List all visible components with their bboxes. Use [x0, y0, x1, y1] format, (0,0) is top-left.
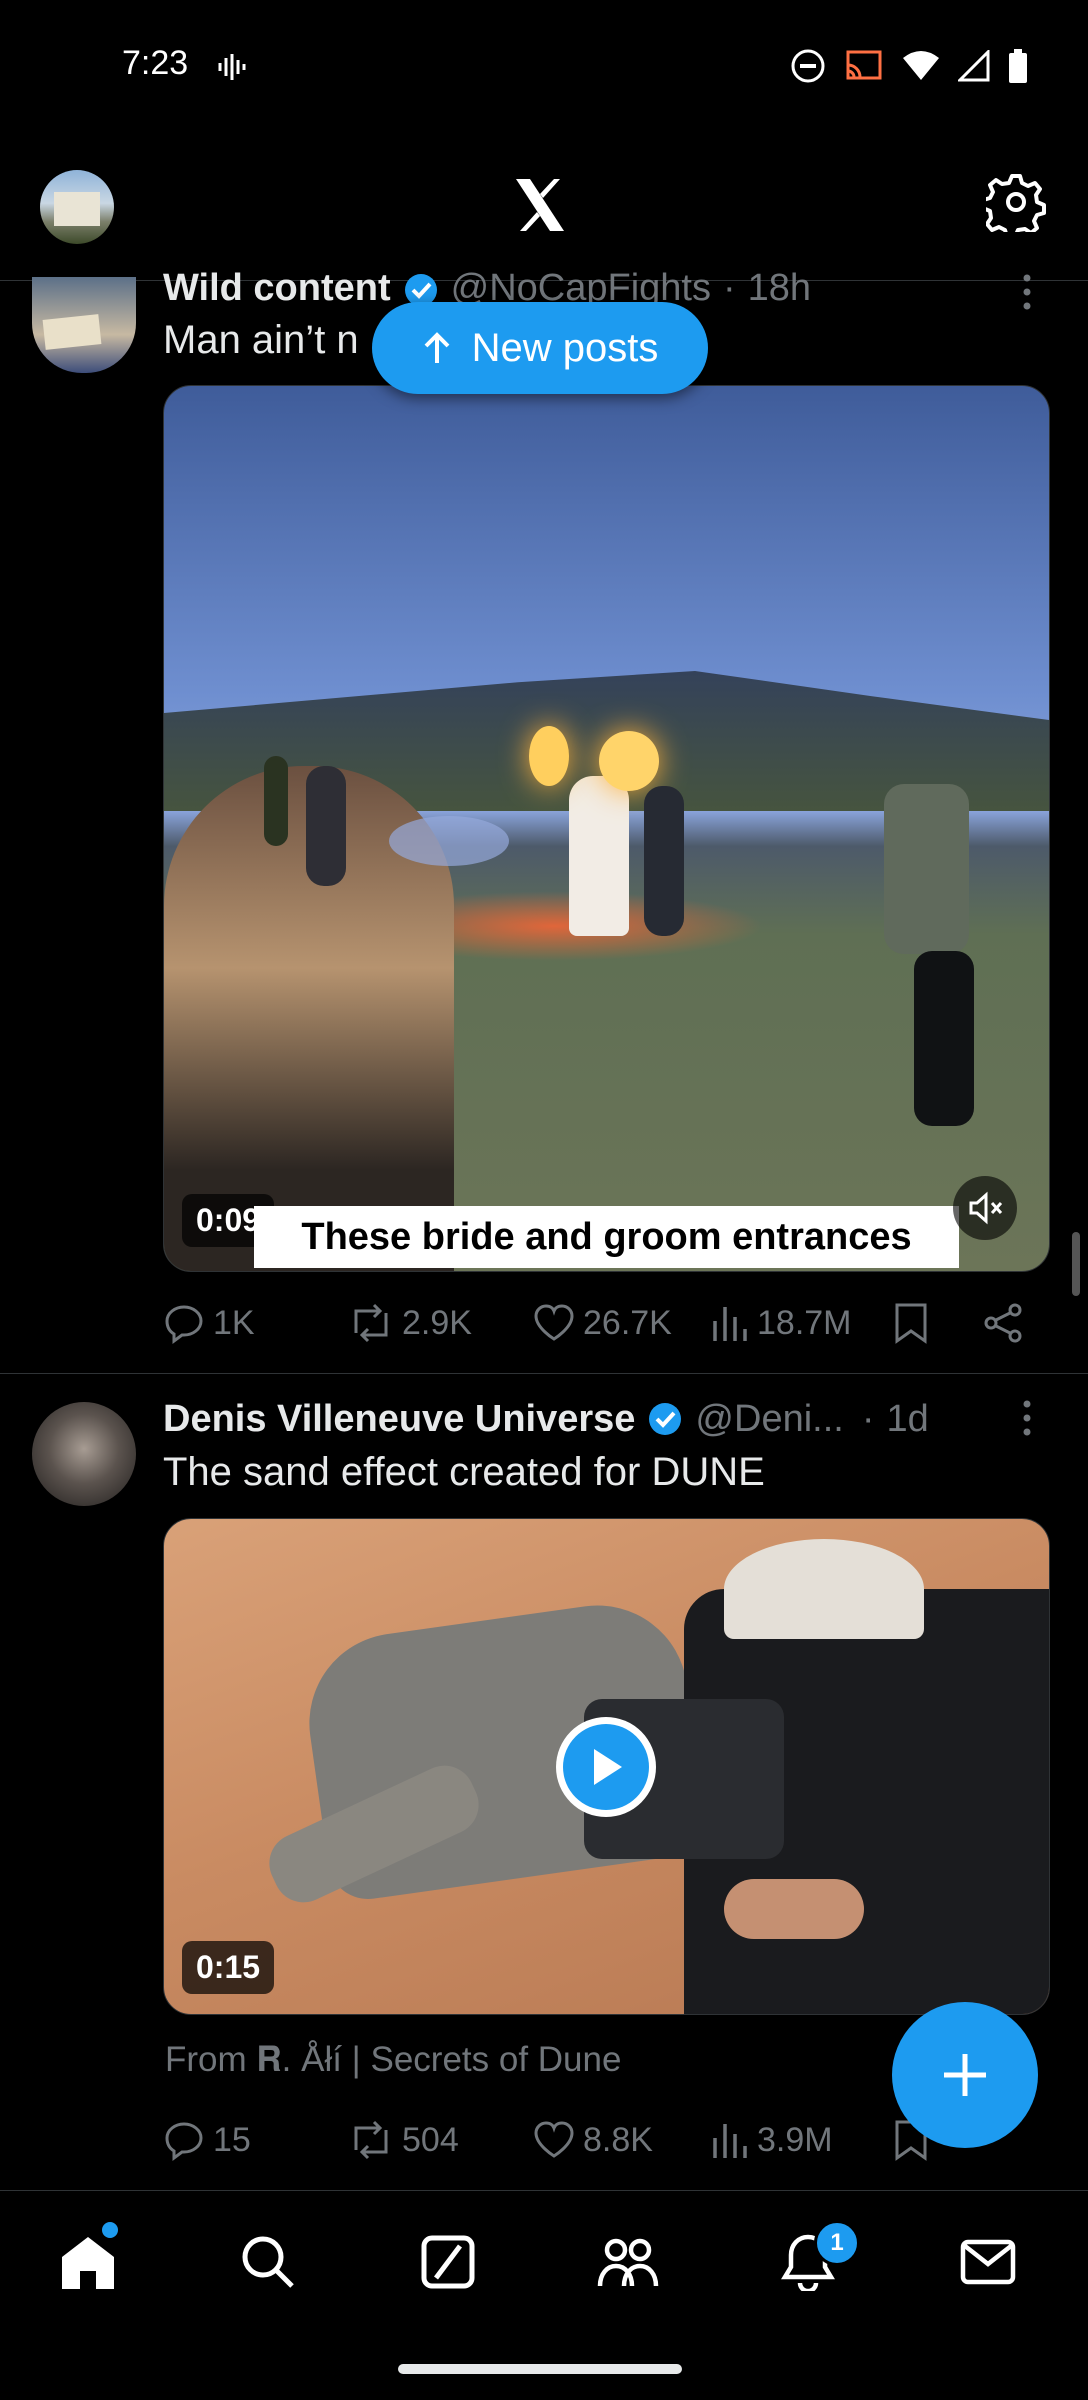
tweet-divider: [0, 1373, 1088, 1374]
tweet-2-text: The sand effect created for DUNE: [163, 1450, 765, 1494]
reply-icon: [165, 2122, 203, 2161]
repost-icon: [354, 1303, 388, 1343]
tweet-2-avatar[interactable]: [32, 1402, 136, 1506]
tweet-2-repost-button[interactable]: 504: [348, 2120, 459, 2160]
play-icon: [594, 1749, 622, 1785]
views-chart-icon: [713, 2124, 747, 2158]
tweet-2-video[interactable]: 0:15: [163, 1518, 1050, 2015]
new-posts-label: New posts: [471, 325, 659, 370]
tweet-1-reply-button[interactable]: 1K: [163, 1302, 255, 1344]
tweet-1-age: 18h: [747, 268, 812, 309]
tweet-2-more-icon[interactable]: [1010, 1398, 1044, 1443]
play-button[interactable]: [556, 1717, 656, 1817]
home-unread-dot: [102, 2222, 118, 2238]
nav-search-icon[interactable]: [236, 2230, 300, 2294]
tweet-2-display-name[interactable]: Denis Villeneuve Universe: [163, 1398, 635, 1441]
cast-icon: [846, 50, 882, 80]
nav-home-icon[interactable]: [56, 2230, 120, 2294]
tweet-2-repost-count: 504: [402, 2120, 459, 2159]
new-posts-button[interactable]: New posts: [372, 302, 708, 394]
tweet-1-views-button[interactable]: 18.7M: [711, 1303, 852, 1343]
tweet-2-views-button[interactable]: 3.9M: [711, 2120, 833, 2160]
arrow-up-icon: [424, 332, 450, 363]
tweet-2-header: Denis Villeneuve Universe @Deni... · 1d: [163, 1397, 929, 1441]
bottom-nav: [0, 2190, 1088, 2337]
tweet-1-view-count: 18.7M: [757, 1303, 852, 1342]
status-time: 7:23: [122, 44, 189, 82]
tweet-2-actions: 15 504 8.8K 3.9M: [163, 2115, 1033, 2165]
notifications-badge: 1: [814, 2220, 860, 2266]
tweet-1-like-count: 26.7K: [583, 1303, 672, 1342]
views-chart-icon: [713, 1307, 747, 1341]
sound-wave-icon: [216, 52, 246, 87]
repost-icon: [354, 2120, 388, 2160]
heart-icon: [534, 2121, 574, 2158]
tweet-1-video[interactable]: 0:09 These bride and groom entrances: [163, 385, 1050, 1272]
nav-communities-icon[interactable]: [596, 2230, 660, 2294]
tweet-1-share-icon[interactable]: [983, 1302, 1023, 1344]
profile-avatar[interactable]: [40, 170, 114, 244]
tweet-1-like-button[interactable]: 26.7K: [533, 1303, 672, 1343]
tweet-1-avatar[interactable]: [32, 277, 136, 373]
signal-icon: [958, 50, 990, 82]
nav-messages-icon[interactable]: [956, 2230, 1020, 2294]
heart-icon: [534, 1304, 574, 1341]
scrollbar-thumb[interactable]: [1072, 1232, 1080, 1296]
gesture-home-bar[interactable]: [398, 2364, 682, 2374]
tweet-1-repost-button[interactable]: 2.9K: [348, 1303, 472, 1343]
tweet-2-view-count: 3.9M: [757, 2120, 833, 2159]
tweet-2-reply-button[interactable]: 15: [163, 2119, 251, 2161]
do-not-disturb-icon: [791, 49, 825, 83]
tweet-1-actions: 1K 2.9K 26.7K 18.7M: [163, 1298, 1033, 1348]
status-icons: [790, 48, 1028, 84]
x-logo-icon[interactable]: [510, 175, 570, 235]
tweet-2-age: 1d: [886, 1397, 929, 1440]
tweet-2-source[interactable]: From 𝐑. Åłí | Secrets of Dune: [165, 2040, 621, 2080]
tweet-1-repost-count: 2.9K: [402, 1303, 472, 1342]
wifi-icon: [903, 51, 939, 80]
tweet-2-like-count: 8.8K: [583, 2120, 653, 2159]
battery-icon: [1009, 49, 1027, 83]
compose-post-button[interactable]: [892, 2002, 1038, 2148]
tweet-1-bookmark-icon[interactable]: [893, 1302, 929, 1344]
tweet-1-video-caption: These bride and groom entrances: [254, 1206, 959, 1268]
tweet-1-reply-count: 1K: [213, 1303, 255, 1342]
tweet-2-handle[interactable]: @Deni...: [695, 1398, 843, 1441]
nav-grok-icon[interactable]: [416, 2230, 480, 2294]
tweet-1-more-icon[interactable]: [1010, 272, 1044, 317]
tweet-1-display-name[interactable]: Wild content: [163, 268, 391, 310]
tweet-2-like-button[interactable]: 8.8K: [533, 2120, 653, 2160]
plus-icon: [944, 2054, 986, 2096]
reply-icon: [165, 1305, 203, 1344]
mute-speaker-icon[interactable]: [953, 1176, 1017, 1240]
tweet-1-text: Man ain’t n: [163, 318, 359, 362]
tweet-2-video-duration: 0:15: [182, 1941, 275, 1994]
tweet-2-reply-count: 15: [213, 2120, 251, 2159]
verified-badge-icon: [649, 1403, 682, 1435]
settings-gear-icon[interactable]: [981, 172, 1046, 239]
